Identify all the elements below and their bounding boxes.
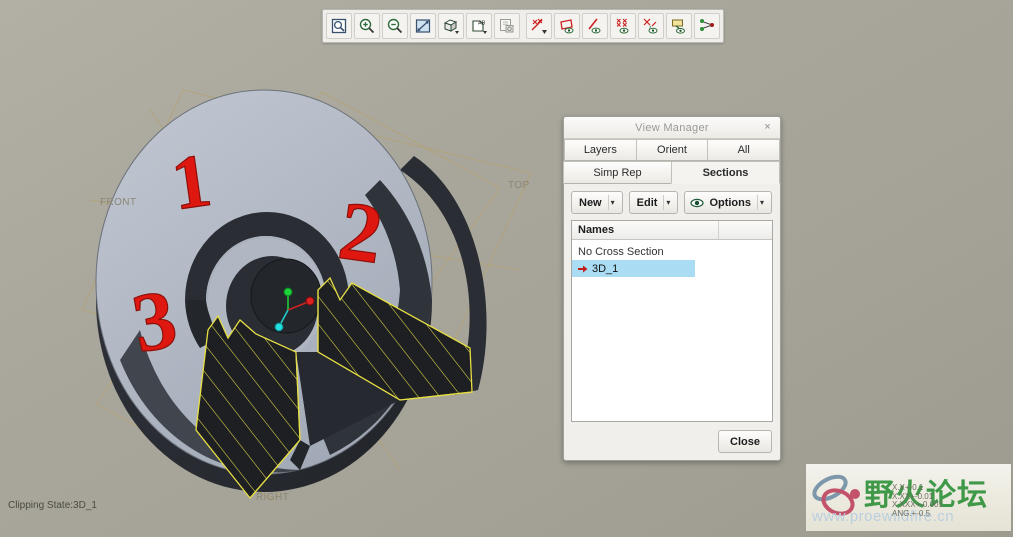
tab-layers[interactable]: Layers (564, 139, 637, 161)
application-window: 1 2 3 FRONT TOP RIGHT Clipping State:3D_… (0, 0, 1013, 537)
spin-center-icon-button[interactable] (666, 13, 692, 39)
tab-sections[interactable]: Sections (671, 161, 780, 184)
dialog-title: View Manager (635, 121, 709, 134)
edit-button[interactable]: Edit ▾ (628, 191, 679, 214)
new-button-label: New (579, 196, 602, 209)
column-header-blank (719, 221, 772, 239)
datum-tags-icon-button[interactable] (694, 13, 720, 39)
tab-orient[interactable]: Orient (635, 139, 709, 161)
view-manager-icon-button[interactable] (494, 13, 520, 39)
view-manager-dialog[interactable]: View Manager × Layers Orient All Simp Re… (563, 116, 781, 461)
dialog-tabs-row-2[interactable]: Simp Rep Sections (563, 161, 780, 184)
list-item[interactable]: No Cross Section (572, 243, 772, 260)
zoom-to-box-icon-button[interactable] (326, 13, 352, 39)
eye-icon (690, 198, 705, 208)
annotations-off-icon-button[interactable]: z (638, 13, 664, 39)
sections-list-panel[interactable]: Names No Cross Section 3D_1 (571, 220, 773, 422)
column-header-names: Names (572, 221, 719, 239)
active-section-arrow-icon (578, 264, 588, 274)
datum-planes-off-icon-button[interactable] (554, 13, 580, 39)
tab-all[interactable]: All (707, 139, 781, 161)
zoom-out-icon-button[interactable] (382, 13, 408, 39)
tab-simp-rep[interactable]: Simp Rep (563, 161, 672, 184)
list-item-label: No Cross Section (578, 245, 664, 258)
dialog-footer: Close (564, 422, 780, 460)
datum-axes-off-icon-button[interactable] (582, 13, 608, 39)
close-button[interactable]: Close (718, 430, 772, 453)
new-button[interactable]: New ▾ (571, 191, 623, 214)
view-toolbar[interactable]: AB z (322, 9, 724, 43)
graphics-viewport[interactable]: 1 2 3 (0, 0, 1013, 537)
list-body[interactable]: No Cross Section 3D_1 (572, 240, 772, 421)
options-button[interactable]: Options ▾ (684, 191, 773, 214)
options-button-label: Options (709, 196, 751, 209)
zoom-in-icon-button[interactable] (354, 13, 380, 39)
chevron-down-icon[interactable]: ▾ (607, 195, 617, 210)
list-item[interactable]: 3D_1 (572, 260, 695, 277)
close-icon[interactable]: × (761, 120, 774, 134)
datum-label-top: TOP (508, 180, 530, 191)
chevron-down-icon[interactable]: ▾ (757, 195, 766, 210)
svg-text:AB: AB (478, 21, 486, 27)
list-item-label: 3D_1 (592, 262, 619, 275)
datum-points-off-icon-button[interactable] (526, 13, 552, 39)
status-bar-text: Clipping State:3D_1 (8, 500, 97, 511)
coord-systems-off-icon-button[interactable] (610, 13, 636, 39)
dialog-tabs-row-1[interactable]: Layers Orient All (564, 139, 781, 161)
reorient-cube-icon-button[interactable] (438, 13, 464, 39)
dialog-action-buttons[interactable]: New ▾ Edit ▾ Options ▾ (564, 184, 780, 220)
dialog-titlebar[interactable]: View Manager × (564, 117, 780, 139)
datum-label-front: FRONT (100, 197, 137, 208)
datum-label-right: RIGHT (256, 492, 290, 503)
refit-icon-button[interactable] (410, 13, 436, 39)
chevron-down-icon[interactable]: ▾ (663, 195, 672, 210)
list-header: Names (572, 221, 772, 240)
tolerance-line: ANG.+-0.5 (892, 508, 931, 518)
tolerance-note-overlay: X.X+-0.1 X.XX+-0.01 X.XXX+-0.001 ANG.+-0… (892, 483, 943, 518)
saved-views-icon-button[interactable]: AB (466, 13, 492, 39)
edit-button-label: Edit (636, 196, 658, 209)
